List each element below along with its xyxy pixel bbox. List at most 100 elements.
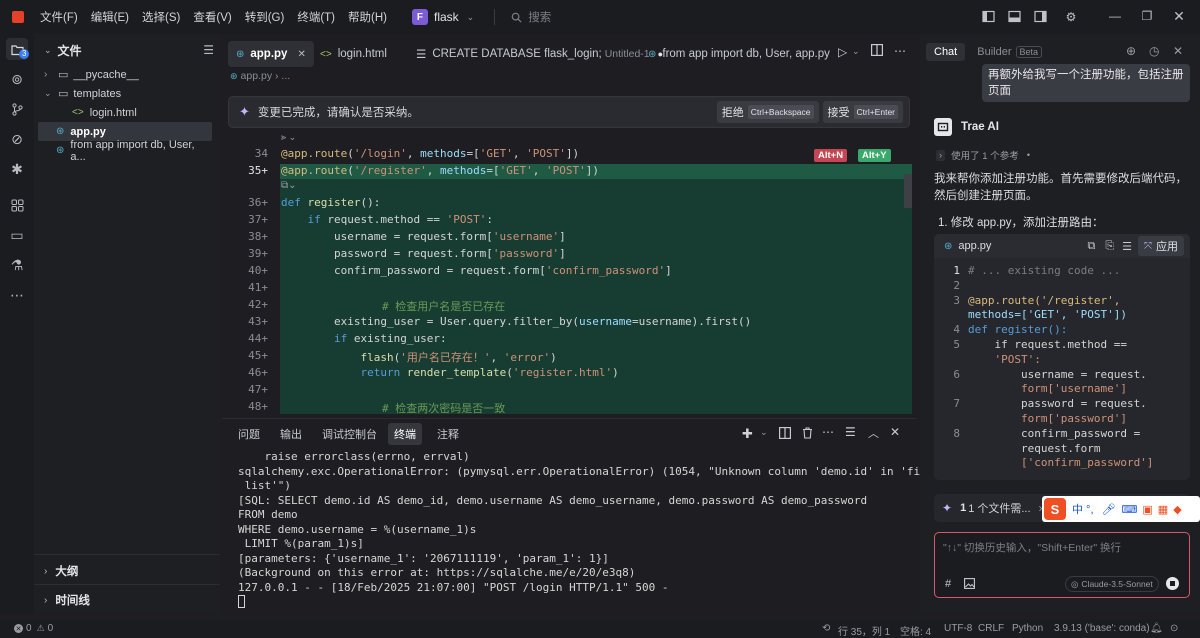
- close-panel-icon[interactable]: ✕: [890, 425, 900, 439]
- breadcrumb[interactable]: ⊛ app.py › ...: [230, 70, 290, 82]
- model-selector[interactable]: ◎ Claude-3.5-Sonnet: [1065, 576, 1159, 592]
- terminal-line: list'"): [238, 479, 291, 492]
- trash-icon[interactable]: [802, 427, 813, 439]
- diff-icon[interactable]: ☰: [1122, 240, 1132, 253]
- cursor-position[interactable]: 行 35，列 1: [838, 623, 890, 638]
- line-number: 37+: [248, 213, 268, 226]
- new-terminal-icon[interactable]: ✚: [742, 426, 753, 442]
- tab-chat[interactable]: Chat: [926, 43, 966, 61]
- copy-icon[interactable]: ⧉⌄: [281, 180, 297, 191]
- terminal-cursor[interactable]: [238, 595, 245, 608]
- scrollbar-thumb[interactable]: [904, 174, 912, 208]
- tab-app-py[interactable]: ⊛ app.py ✕: [228, 41, 314, 67]
- run-chevron-icon[interactable]: ⌄: [852, 46, 860, 57]
- toggle-panel-icon[interactable]: [1008, 10, 1030, 24]
- problems-status[interactable]: ✕ 0 ⚠ 0: [14, 623, 53, 634]
- chevron-down-icon[interactable]: ⌄: [760, 427, 768, 438]
- tab-comments[interactable]: 注释: [431, 423, 465, 445]
- project-switcher[interactable]: F flask ⌄: [406, 6, 480, 28]
- testing-flask-icon[interactable]: ⚗: [0, 250, 34, 280]
- split-editor-icon[interactable]: [871, 44, 883, 56]
- code-line: flash('用户名已存在！', 'error'): [360, 351, 557, 364]
- search-view-icon[interactable]: ⊚: [0, 64, 34, 94]
- alt-n-badge[interactable]: Alt+N: [814, 149, 848, 162]
- references-toggle[interactable]: › 使用了 1 个参考 •: [936, 148, 1030, 162]
- chevron-right-icon: ›: [936, 149, 946, 161]
- search-bar[interactable]: 搜索: [511, 6, 771, 28]
- line-ending[interactable]: CRLF: [978, 623, 1004, 634]
- tree-folder-templates[interactable]: ⌄ ▭ templates: [38, 84, 212, 103]
- menu-file[interactable]: 文件(F): [40, 9, 78, 25]
- timeline-section[interactable]: › 时间线: [44, 591, 90, 609]
- settings-gear-icon[interactable]: ⚙: [1060, 10, 1082, 24]
- more-actions-icon[interactable]: ⋯: [894, 44, 906, 58]
- encoding[interactable]: UTF-8: [944, 623, 972, 634]
- apply-button[interactable]: ⤧ 应用: [1138, 236, 1184, 256]
- tab-builder[interactable]: Builder: [977, 46, 1011, 58]
- reject-button[interactable]: 拒绝 Ctrl+Backspace: [716, 101, 819, 123]
- maximize-panel-icon[interactable]: ︿: [868, 425, 879, 441]
- image-icon[interactable]: [964, 578, 975, 589]
- explorer-icon[interactable]: 3: [0, 34, 34, 64]
- tree-file-from-app[interactable]: ⊛ from app import db, User, a...: [38, 139, 212, 163]
- more-icon[interactable]: ⋯: [822, 425, 834, 439]
- python-interpreter[interactable]: 3.9.13 ('base': conda): [1054, 623, 1150, 634]
- alt-y-badge[interactable]: Alt+Y: [858, 149, 891, 162]
- close-chat-icon[interactable]: ✕: [1173, 44, 1183, 58]
- tree-folder-pycache[interactable]: › ▭ __pycache__: [38, 65, 212, 84]
- tab-debug-console[interactable]: 调试控制台: [316, 423, 383, 445]
- menu-edit[interactable]: 编辑(E): [91, 9, 129, 25]
- close-window-icon[interactable]: ✕: [1168, 8, 1190, 25]
- tree-label: login.html: [89, 106, 137, 119]
- tab-untitled-sql[interactable]: ☰ CREATE DATABASE flask_login; Untitled-…: [408, 41, 671, 67]
- tab-login-html[interactable]: <> login.html: [312, 41, 395, 67]
- diff-toggle-icon[interactable]: ⪢ ⌄: [281, 132, 296, 143]
- tab-terminal[interactable]: 终端: [388, 423, 422, 445]
- sync-icon[interactable]: ⟲: [822, 623, 830, 634]
- chevron-down-icon[interactable]: ⌄: [44, 45, 52, 56]
- notifications-bell-icon[interactable]: 🔔︎: [1150, 623, 1163, 634]
- ime-toolbar[interactable]: S 中 °, 🎤︎ ⌨ ▣ ▦ ◆: [1042, 496, 1200, 522]
- insert-code-icon[interactable]: ⎘: [1105, 240, 1114, 253]
- filter-icon[interactable]: ☰: [845, 425, 856, 439]
- line-number: 43+: [248, 315, 268, 328]
- extensions-icon[interactable]: [0, 190, 34, 220]
- toggle-sidebar-icon[interactable]: [982, 10, 1004, 24]
- indentation[interactable]: 空格: 4: [900, 623, 931, 638]
- accept-button[interactable]: 接受 Ctrl+Enter: [822, 101, 903, 123]
- chat-input-box[interactable]: "↑↓" 切换历史输入，"Shift+Enter" 换行 # ◎ Claude-…: [934, 532, 1190, 598]
- more-icon[interactable]: ⋯: [0, 280, 34, 310]
- menu-view[interactable]: 查看(V): [193, 9, 231, 25]
- tab-output[interactable]: 输出: [274, 423, 308, 445]
- menu-goto[interactable]: 转到(G): [245, 9, 285, 25]
- minimize-icon[interactable]: —: [1104, 9, 1126, 23]
- menu-terminal[interactable]: 终端(T): [297, 9, 335, 25]
- run-icon[interactable]: ▷: [838, 45, 847, 59]
- account-icon[interactable]: ⊙: [1170, 623, 1178, 634]
- debug-icon[interactable]: ⊘: [0, 124, 34, 154]
- line-number: 47+: [248, 383, 268, 396]
- remote-icon[interactable]: ▭: [0, 220, 34, 250]
- microphone-icon: 🎤︎: [1101, 503, 1116, 516]
- chevron-down-icon: ⌄: [466, 11, 475, 22]
- language-mode[interactable]: Python: [1012, 623, 1043, 634]
- menu-help[interactable]: 帮助(H): [348, 9, 387, 25]
- outline-section[interactable]: › 大纲: [44, 562, 78, 580]
- close-tab-icon[interactable]: ✕: [297, 49, 305, 60]
- split-terminal-icon[interactable]: [779, 427, 791, 439]
- bug-icon[interactable]: ✱: [0, 154, 34, 184]
- source-control-icon[interactable]: [0, 94, 34, 124]
- maximize-icon[interactable]: ❐: [1136, 9, 1158, 23]
- hash-icon[interactable]: #: [945, 578, 951, 590]
- menu-select[interactable]: 选择(S): [142, 9, 180, 25]
- new-chat-icon[interactable]: ⊕: [1126, 44, 1136, 58]
- code-editor[interactable]: ⪢ ⌄ 34 @app.route('/login', methods=['GE…: [222, 130, 916, 414]
- toggle-chat-icon[interactable]: [1034, 10, 1056, 24]
- copy-code-icon[interactable]: ⧉: [1087, 240, 1095, 253]
- tree-file-login-html[interactable]: <> login.html: [38, 103, 212, 122]
- tab-from-app[interactable]: ⊛ from app import db, User, app.py: [640, 41, 838, 67]
- filter-icon[interactable]: ☰: [203, 43, 214, 57]
- tab-problems[interactable]: 问题: [232, 423, 266, 445]
- stop-icon[interactable]: [1166, 577, 1179, 590]
- history-icon[interactable]: ◷: [1149, 44, 1159, 58]
